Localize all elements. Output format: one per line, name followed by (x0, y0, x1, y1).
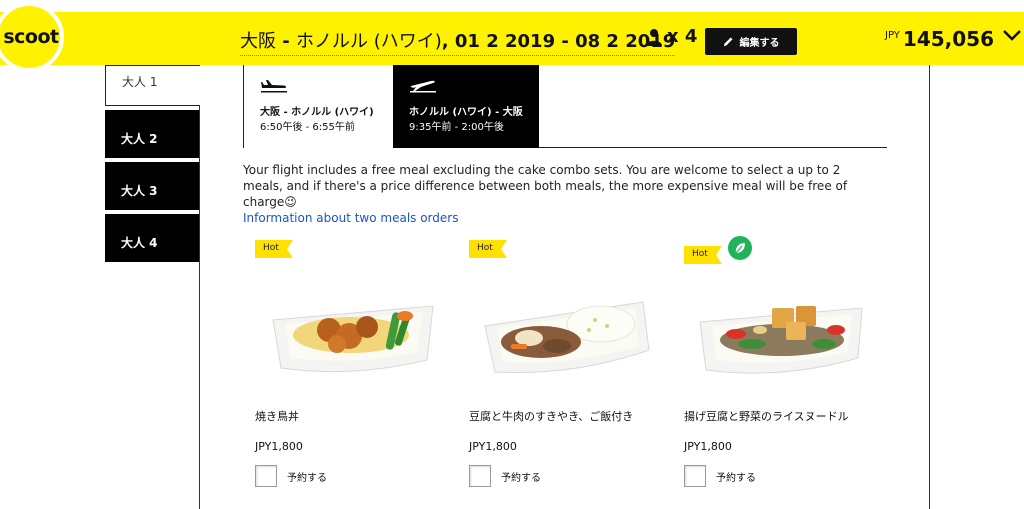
meal-name: 焼き鳥丼 (255, 410, 299, 423)
travel-dates: , 01 2 2019 - 08 2 2019 (441, 31, 676, 52)
book-checkbox[interactable] (469, 465, 491, 487)
plane-landing-icon (410, 80, 436, 93)
passenger-tab-4[interactable]: 大人 4 (105, 214, 200, 262)
flight-time: 6:50午後 - 6:55午前 (260, 122, 355, 133)
hot-badge: Hot (469, 240, 507, 258)
passenger-tab-3[interactable]: 大人 3 (105, 162, 200, 210)
content-right-border (929, 65, 930, 509)
tab-underline (539, 147, 887, 148)
route-separator: - (276, 31, 297, 52)
meal-price: JPY1,800 (469, 440, 517, 453)
total-price[interactable]: JPY 145,056 (885, 27, 994, 51)
passenger-count: x 4 (667, 26, 698, 47)
top-bar: scoot 大阪 - ホノルル (ハワイ), 01 2 2019 - 08 2 … (0, 0, 1024, 72)
hot-badge: Hot (255, 240, 293, 258)
book-checkbox[interactable] (684, 465, 706, 487)
flight-time: 9:35午前 - 2:00午後 (409, 122, 504, 133)
user-icon (646, 28, 662, 46)
book-label: 予約する (287, 472, 327, 484)
pencil-icon (723, 37, 733, 47)
chevron-down-icon[interactable] (1002, 28, 1022, 42)
book-label: 予約する (501, 472, 541, 484)
passenger-tab-2[interactable]: 大人 2 (105, 110, 200, 158)
flight-route: 大阪 - ホノルル (ハワイ) (260, 107, 374, 118)
content-left-border (199, 105, 200, 509)
meal-price: JPY1,800 (684, 440, 732, 453)
flight-route: ホノルル (ハワイ) - 大阪 (409, 107, 523, 118)
logo-text: scoot (3, 26, 59, 48)
meal-image[interactable] (267, 280, 439, 380)
route-summary[interactable]: 大阪 - ホノルル (ハワイ), 01 2 2019 - 08 2 2019 (240, 27, 676, 56)
leaf-icon (735, 243, 745, 254)
book-meal[interactable]: 予約する (255, 465, 327, 487)
flight-tab-outbound[interactable]: 大阪 - ホノルル (ハワイ) 6:50午後 - 6:55午前 (243, 65, 393, 148)
meal-image[interactable] (696, 280, 868, 380)
currency-code: JPY (885, 30, 900, 41)
book-meal[interactable]: 予約する (469, 465, 541, 487)
passenger-tabs: 大人 1 大人 2 大人 3 大人 4 (105, 65, 200, 266)
hot-badge: Hot (684, 246, 722, 264)
vegetarian-badge (728, 236, 752, 260)
meal-name: 揚げ豆腐と野菜のライスヌードル (684, 410, 849, 423)
book-meal[interactable]: 予約する (684, 465, 756, 487)
plane-takeoff-icon (261, 80, 287, 93)
route-to: ホノルル (ハワイ) (296, 31, 442, 52)
edit-search-button[interactable]: 編集する (705, 28, 797, 55)
meal-info: Your flight includes a free meal excludi… (243, 162, 883, 226)
book-checkbox[interactable] (255, 465, 277, 487)
flight-tab-return[interactable]: ホノルル (ハワイ) - 大阪 9:35午前 - 2:00午後 (393, 65, 539, 148)
meal-info-text: Your flight includes a free meal excludi… (243, 163, 848, 209)
passenger-summary: x 4 (645, 26, 697, 47)
total-amount: 145,056 (902, 27, 994, 51)
meal-price: JPY1,800 (255, 440, 303, 453)
route-from: 大阪 (240, 31, 276, 52)
meal-name: 豆腐と牛肉のすきやき、ご飯付き (469, 410, 634, 423)
two-meals-info-link[interactable]: Information about two meals orders (243, 210, 883, 226)
edit-label: 編集する (739, 38, 780, 49)
passenger-tab-1[interactable]: 大人 1 (105, 65, 200, 106)
meal-image[interactable] (481, 280, 653, 380)
book-label: 予約する (716, 472, 756, 484)
